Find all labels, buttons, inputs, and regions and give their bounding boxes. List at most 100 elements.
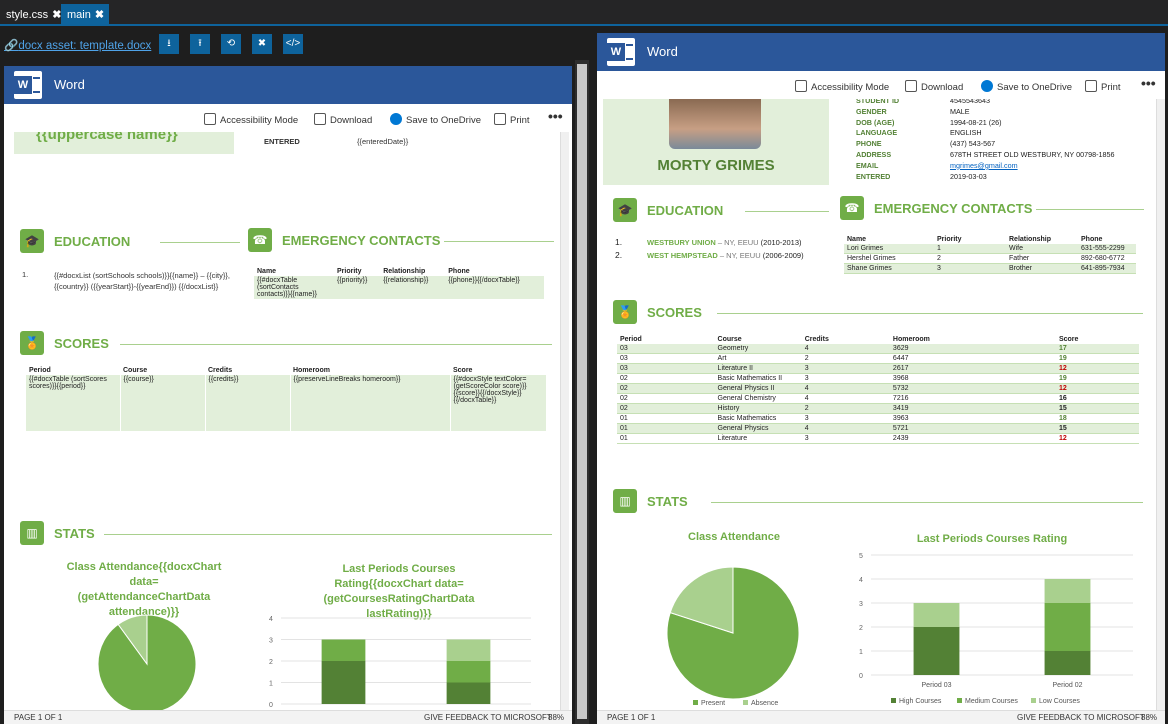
table-row: 02 Basic Mathematics II 3 3968 19	[617, 374, 1139, 384]
table-cell: 02	[620, 405, 628, 412]
close-icon[interactable]: ✖	[95, 9, 104, 21]
info-label: STUDENT ID	[856, 99, 900, 105]
courses-rating-bar-chart: 0 1 2 3 4 5 Period 03 Period 02 High Courses Medi…	[859, 553, 1133, 705]
tab-main[interactable]: main ✖	[61, 4, 109, 24]
zoom-level[interactable]: 88%	[548, 713, 564, 722]
table-cell: 4	[804, 345, 809, 352]
more-options-button[interactable]: •••	[548, 108, 563, 124]
courses-rating-bar-chart: 01234Period 04Period 03High CoursesMediu…	[269, 616, 531, 709]
legend-swatch	[891, 698, 896, 703]
more-options-button[interactable]: •••	[1141, 75, 1156, 91]
section-rule	[1036, 209, 1144, 210]
zoom-level[interactable]: 88%	[1141, 713, 1157, 722]
scores-section-header: 🏅 SCORES	[20, 331, 552, 359]
download-button[interactable]: Download	[314, 113, 372, 126]
printer-icon	[494, 113, 506, 125]
info-row: ADDRESS 678TH STREET OLD WESTBURY, NY 007…	[856, 150, 1156, 161]
word-command-bar: Accessibility Mode Download Save to OneD…	[4, 104, 572, 132]
info-label: PHONE	[856, 139, 882, 149]
refresh-icon[interactable]: ⟲	[221, 34, 241, 54]
code-icon[interactable]: </>	[283, 34, 303, 54]
list-number: 1.	[22, 270, 29, 279]
legend-swatch	[1031, 698, 1036, 703]
chart4-title: Last Periods Courses Rating	[916, 533, 1068, 545]
phone-icon: ☎	[248, 228, 272, 252]
table-row: 03 Literature II 3 2617 12	[617, 363, 1139, 374]
section-title: EDUCATION	[647, 203, 724, 218]
tab-label: style.css	[6, 9, 49, 21]
info-value: MALE	[950, 106, 970, 116]
column-header: Priority	[937, 236, 962, 243]
print-button[interactable]: Print	[494, 113, 530, 126]
info-row: STUDENT ID 4545543643	[856, 99, 1156, 107]
vertical-scrollbar[interactable]	[560, 132, 569, 710]
entered-label: ENTERED	[264, 137, 300, 146]
x-tick-label: Period 03	[922, 682, 952, 689]
emergency-template-table: Name Priority Relationship Phone {{#docxTab…	[254, 267, 544, 299]
table-cell: 12	[1058, 365, 1067, 372]
info-value: 678TH STREET OLD WESTBURY, NY 00798-1856	[950, 150, 1115, 159]
info-row: ENTERED 2019-03-03	[856, 172, 1156, 183]
accessibility-mode-button[interactable]: Accessibility Mode	[204, 113, 298, 126]
table-cell: 01	[620, 425, 628, 432]
cloud-icon	[981, 80, 993, 92]
download-icon[interactable]: ⭳	[159, 34, 179, 54]
bar-segment-low-courses	[1044, 579, 1091, 603]
bar-segment-high-courses	[321, 661, 366, 704]
docx-asset-link[interactable]: 🔗docx asset: template.docx	[4, 38, 151, 52]
link-icon: 🔗	[4, 40, 19, 52]
document-page: {{uppercase name}} ENTERED {{enteredDate…	[4, 132, 572, 710]
cloud-icon	[390, 113, 402, 125]
word-title-bar: W Word	[597, 33, 1165, 71]
school-name: WEST HEMPSTEAD	[647, 251, 718, 260]
upload-icon[interactable]: ⭱	[190, 34, 210, 54]
school-place: – NY, EEUU	[717, 251, 763, 260]
vertical-scrollbar[interactable]	[1156, 99, 1165, 710]
tab-style-css[interactable]: style.css ✖	[0, 4, 68, 24]
print-button[interactable]: Print	[1085, 80, 1121, 93]
feedback-link[interactable]: GIVE FEEDBACK TO MICROSOFT	[1017, 713, 1145, 722]
table-cell: 01	[620, 435, 628, 442]
section-title: EMERGENCY CONTACTS	[282, 233, 441, 248]
medal-icon: 🏅	[20, 331, 44, 355]
column-header: Course	[717, 336, 742, 343]
table-cell: 2	[804, 405, 809, 412]
column-header: Homeroom	[293, 367, 330, 374]
column-header: Phone	[448, 268, 470, 275]
table-cell: 02	[620, 375, 628, 382]
save-onedrive-button[interactable]: Save to OneDrive	[390, 113, 481, 126]
button-label: Save to OneDrive	[406, 115, 481, 126]
table-cell: {{course}}	[120, 375, 206, 431]
section-rule	[745, 211, 829, 212]
download-button[interactable]: Download	[905, 80, 963, 93]
table-cell: 3	[804, 435, 809, 442]
table-cell: {{#docxStyle textColor=(getScoreColor sc…	[453, 376, 527, 404]
table-row: 02 General Physics II 4 5732 12	[617, 383, 1139, 394]
table-cell: 4	[804, 425, 809, 432]
section-title: EDUCATION	[54, 234, 131, 249]
table-cell: 2	[937, 255, 941, 262]
info-value: 4545543643	[950, 99, 990, 105]
word-title-bar: W Word	[4, 66, 572, 104]
column-header: Name	[847, 236, 867, 243]
info-label: DOB (AGE)	[856, 117, 895, 127]
button-label: Download	[330, 115, 373, 126]
school-name: WESTBURY UNION	[647, 238, 716, 247]
table-header-row: Name Priority Relationship Phone	[254, 267, 544, 276]
table-cell: 3	[804, 375, 809, 382]
y-tick-label: 1	[859, 649, 863, 656]
column-header: Credits	[804, 336, 829, 343]
save-onedrive-button[interactable]: Save to OneDrive	[981, 80, 1072, 93]
close-icon[interactable]: ✖	[252, 34, 272, 54]
word-viewer-template: W Word Accessibility Mode Download Save …	[4, 66, 572, 724]
column-header: Relationship	[1009, 236, 1052, 243]
table-cell: 6447	[892, 355, 909, 362]
scrollbar-thumb[interactable]	[577, 64, 587, 719]
bar-segment-high-courses	[1044, 651, 1091, 675]
table-cell: 12	[1058, 435, 1067, 442]
table-row: {{#docxTable (sortScores scores)}}{{peri…	[26, 375, 546, 431]
feedback-link[interactable]: GIVE FEEDBACK TO MICROSOFT	[424, 713, 552, 722]
accessibility-mode-button[interactable]: Accessibility Mode	[795, 80, 889, 93]
info-value[interactable]: mgrimes@gmail.com	[950, 161, 1018, 170]
column-header: Relationship	[383, 268, 426, 275]
